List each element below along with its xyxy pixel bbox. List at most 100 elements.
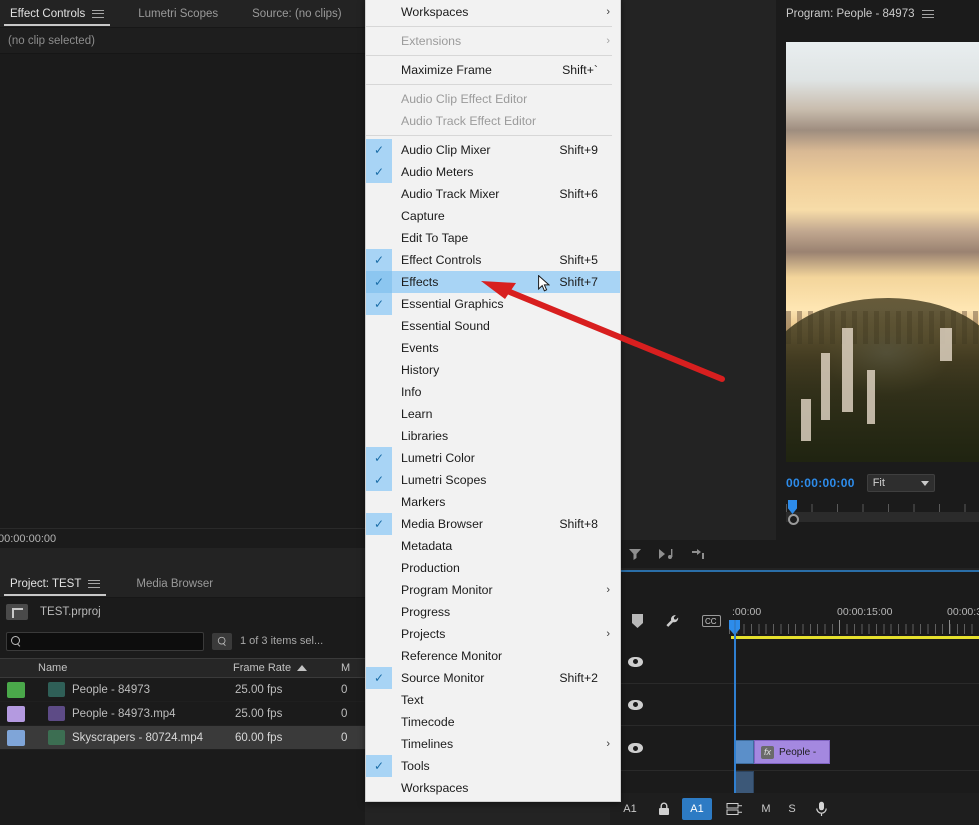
menu-item-timelines[interactable]: Timelines › <box>366 733 620 755</box>
eye-icon[interactable] <box>628 657 643 667</box>
menu-item-libraries[interactable]: Libraries <box>366 425 620 447</box>
lock-icon[interactable] <box>658 802 670 816</box>
menu-item-events[interactable]: Events <box>366 337 620 359</box>
filter-icon[interactable] <box>628 547 642 561</box>
tab-lumetri-scopes[interactable]: Lumetri Scopes <box>128 0 228 28</box>
table-row[interactable]: Skyscrapers - 80724.mp4 60.00 fps 0 <box>0 726 365 750</box>
column-media-start[interactable]: M <box>341 662 365 674</box>
menu-item-essential-sound[interactable]: Essential Sound <box>366 315 620 337</box>
folder-up-icon[interactable] <box>6 604 28 620</box>
column-name[interactable]: Name <box>30 662 233 674</box>
timecode-value: 00:00:00:00 <box>0 533 56 545</box>
menu-item-audio-meters[interactable]: ✓ Audio Meters <box>366 161 620 183</box>
track-header-v2 <box>610 684 729 725</box>
tab-program-monitor[interactable]: Program: People - 84973 <box>776 0 944 28</box>
table-row[interactable]: People - 84973 25.00 fps 0 <box>0 678 365 702</box>
menu-item-capture[interactable]: Capture <box>366 205 620 227</box>
track-sync-icon[interactable] <box>726 802 743 816</box>
timeline-audio-track-controls: A1 A1 M S <box>610 793 979 825</box>
menu-item-media-browser[interactable]: ✓ Media Browser Shift+8 <box>366 513 620 535</box>
menu-item-audio-clip-mixer[interactable]: ✓ Audio Clip Mixer Shift+9 <box>366 139 620 161</box>
menu-item-markers[interactable]: Markers <box>366 491 620 513</box>
menu-item-progress[interactable]: Progress <box>366 601 620 623</box>
menu-item-lumetri-scopes[interactable]: ✓ Lumetri Scopes <box>366 469 620 491</box>
panel-menu-icon[interactable] <box>88 579 100 589</box>
tab-project-test[interactable]: Project: TEST <box>0 570 110 598</box>
menu-item-learn[interactable]: Learn <box>366 403 620 425</box>
menu-item-timecode[interactable]: Timecode <box>366 711 620 733</box>
menu-item-label: Audio Meters <box>401 165 473 179</box>
panel-menu-icon[interactable] <box>922 9 934 19</box>
scrubber-handle[interactable] <box>788 514 799 525</box>
audio-track-target-button[interactable]: A1 <box>682 798 712 820</box>
menu-item-effect-controls[interactable]: ✓ Effect Controls Shift+5 <box>366 249 620 271</box>
tab-label: Project: TEST <box>10 578 81 590</box>
menu-item-text[interactable]: Text <box>366 689 620 711</box>
timeline-ruler[interactable]: :00:00 00:00:15:00 00:00:30:0 <box>729 600 979 640</box>
timeline-track-v3[interactable] <box>610 640 979 684</box>
marker-icon[interactable] <box>632 614 643 628</box>
menu-item-program-monitor[interactable]: Program Monitor › <box>366 579 620 601</box>
menu-item-label: Media Browser <box>401 517 483 531</box>
menu-item-essential-graphics[interactable]: ✓ Essential Graphics <box>366 293 620 315</box>
menu-item-projects[interactable]: Projects › <box>366 623 620 645</box>
menu-separator <box>366 26 612 27</box>
window-menu-popup[interactable]: Workspaces › Extensions › Maximize Frame… <box>365 0 621 802</box>
menu-item-label: Markers <box>401 495 445 509</box>
timeline-clip-people[interactable]: fx People - <box>754 740 830 764</box>
program-monitor-scrubber[interactable] <box>786 500 979 530</box>
menu-item-effects[interactable]: ✓ Effects Shift+7 <box>366 271 620 293</box>
menu-item-edit-to-tape[interactable]: Edit To Tape <box>366 227 620 249</box>
export-frame-icon[interactable] <box>658 547 674 561</box>
eye-icon[interactable] <box>628 700 643 710</box>
panel-menu-icon[interactable] <box>92 9 104 19</box>
timeline-track-v2[interactable] <box>610 684 979 726</box>
menu-item-maximize-frame[interactable]: Maximize Frame Shift+` <box>366 59 620 81</box>
menu-item-reference-monitor[interactable]: Reference Monitor <box>366 645 620 667</box>
menu-item-audio-track-mixer[interactable]: Audio Track Mixer Shift+6 <box>366 183 620 205</box>
wrench-settings-icon[interactable] <box>665 614 680 629</box>
playhead-timecode[interactable]: 00:00:00:00 <box>786 476 855 490</box>
menu-item-lumetri-color[interactable]: ✓ Lumetri Color <box>366 447 620 469</box>
menu-item-info[interactable]: Info <box>366 381 620 403</box>
mute-button[interactable]: M <box>753 803 779 815</box>
menu-item-workspaces[interactable]: Workspaces › <box>366 1 620 23</box>
building <box>867 370 875 425</box>
menu-item-history[interactable]: History <box>366 359 620 381</box>
timeline-clip-blue[interactable] <box>734 740 754 764</box>
search-input[interactable] <box>6 632 204 651</box>
zoom-level-dropdown[interactable]: Fit <box>867 474 935 492</box>
column-frame-rate[interactable]: Frame Rate <box>233 662 341 674</box>
scrubber-track[interactable] <box>786 512 979 522</box>
menu-item-source-monitor[interactable]: ✓ Source Monitor Shift+2 <box>366 667 620 689</box>
tab-source-no-clips[interactable]: Source: (no clips) <box>242 0 351 28</box>
menu-item-metadata[interactable]: Metadata <box>366 535 620 557</box>
menu-item-label: Tools <box>401 759 430 773</box>
tab-effect-controls[interactable]: Effect Controls <box>0 0 114 28</box>
project-breadcrumb[interactable]: TEST.prproj <box>0 599 365 625</box>
solo-button[interactable]: S <box>779 803 805 815</box>
eye-icon[interactable] <box>628 743 643 753</box>
menu-item-workspaces-bottom[interactable]: Workspaces <box>366 777 620 799</box>
work-area-bar[interactable] <box>731 636 979 639</box>
effect-controls-timecode[interactable]: 00:00:00:00 <box>0 528 365 548</box>
row-name-cell: People - 84973.mp4 <box>30 706 233 721</box>
tab-media-browser[interactable]: Media Browser <box>126 570 223 598</box>
fx-badge-icon: fx <box>761 746 774 759</box>
find-button[interactable] <box>212 633 232 650</box>
menu-item-production[interactable]: Production <box>366 557 620 579</box>
closed-captions-icon[interactable]: CC <box>702 615 721 627</box>
chevron-right-icon: › <box>606 6 610 18</box>
menu-item-tools[interactable]: ✓ Tools <box>366 755 620 777</box>
insert-icon[interactable] <box>690 547 706 561</box>
timeline-track-v1[interactable]: fx People - <box>610 726 979 771</box>
menu-separator <box>366 55 612 56</box>
audio-track-name[interactable]: A1 <box>610 803 650 815</box>
table-row[interactable]: People - 84973.mp4 25.00 fps 0 <box>0 702 365 726</box>
checkmark-icon: ✓ <box>366 667 392 689</box>
microphone-icon[interactable] <box>815 801 828 817</box>
program-monitor-video-frame[interactable] <box>786 42 979 462</box>
building <box>842 328 853 412</box>
menu-item-label: Effect Controls <box>401 253 481 267</box>
item-media-start: 0 <box>341 684 365 696</box>
